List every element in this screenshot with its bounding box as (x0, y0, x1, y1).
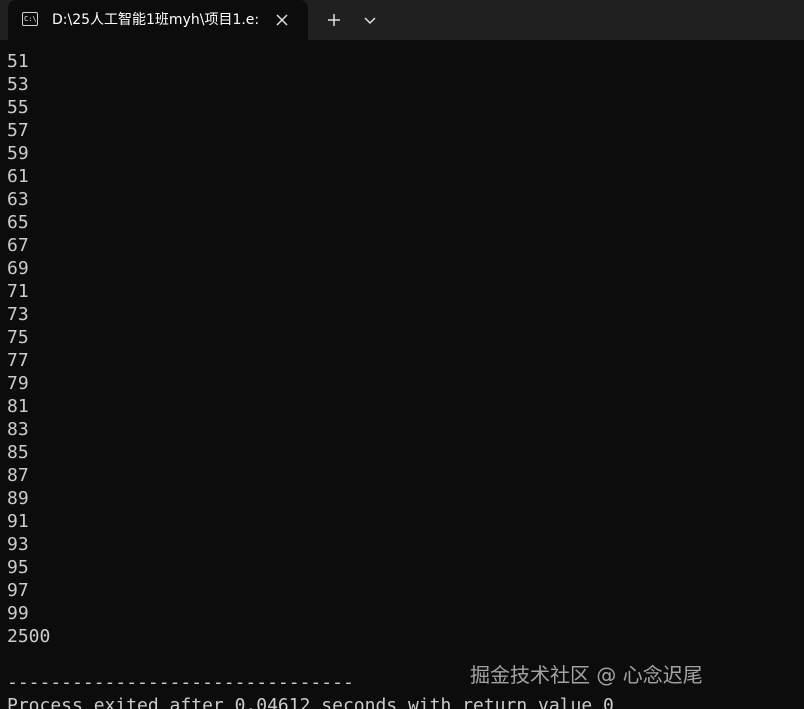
console-line: 55 (7, 97, 29, 118)
console-line: 75 (7, 327, 29, 348)
console-line: 79 (7, 373, 29, 394)
close-icon[interactable] (270, 8, 294, 32)
console-line: 81 (7, 396, 29, 417)
watermark: 掘金技术社区 @ 心念迟尾 (470, 663, 703, 687)
console-line: 99 (7, 603, 29, 624)
terminal-icon: C:\ (22, 12, 38, 26)
console-line: 61 (7, 166, 29, 187)
console-line: 77 (7, 350, 29, 371)
console-line: 85 (7, 442, 29, 463)
console-line: 71 (7, 281, 29, 302)
terminal-window: C:\ D:\25人工智能1班myh\项目1.e: 51 53 55 57 59 61 63… (0, 0, 804, 709)
console-line: 93 (7, 534, 29, 555)
console-line: 69 (7, 258, 29, 279)
console-line: 87 (7, 465, 29, 486)
console-line: 59 (7, 143, 29, 164)
console-line: 89 (7, 488, 29, 509)
plus-icon[interactable] (320, 8, 348, 32)
console-line: 83 (7, 419, 29, 440)
tab-title: D:\25人工智能1班myh\项目1.e: (52, 12, 260, 28)
console-line: 95 (7, 557, 29, 578)
process-exit-message: Process exited after 0.04612 seconds wit… (7, 695, 614, 709)
console-line: 2500 (7, 626, 51, 647)
title-bar: C:\ D:\25人工智能1班myh\项目1.e: (0, 0, 804, 40)
console-line: 53 (7, 74, 29, 95)
console-line: 57 (7, 120, 29, 141)
console-line: 97 (7, 580, 29, 601)
terminal-tab[interactable]: C:\ D:\25人工智能1班myh\项目1.e: (8, 0, 308, 40)
console-line: 91 (7, 511, 29, 532)
chevron-down-icon[interactable] (356, 8, 384, 32)
console-line: 63 (7, 189, 29, 210)
console-line: 51 (7, 51, 29, 72)
console-line: 73 (7, 304, 29, 325)
console-line: 65 (7, 212, 29, 233)
console-output: 51 53 55 57 59 61 63 65 67 69 71 73 75 77 79 81 83 85 87 89… (7, 50, 797, 709)
console-line: 67 (7, 235, 29, 256)
